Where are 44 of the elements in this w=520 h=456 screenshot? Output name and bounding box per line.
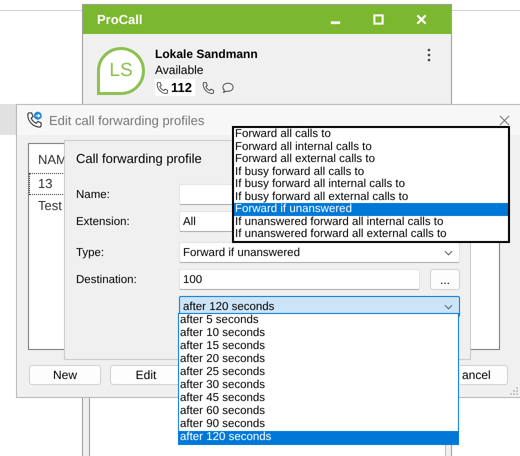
phone-forward-icon [25, 111, 43, 129]
dropdown-option[interactable]: after 30 seconds [179, 379, 458, 392]
dropdown-option[interactable]: after 25 seconds [179, 366, 458, 379]
more-icon[interactable] [427, 48, 431, 62]
close-icon[interactable] [499, 114, 510, 126]
presence-status: Available [155, 63, 204, 77]
dialog-button[interactable]: ancel [460, 365, 508, 385]
dropdown-option[interactable]: after 120 seconds [179, 431, 458, 444]
field-label: Destination: [76, 274, 138, 286]
dialog-button[interactable]: New [29, 365, 101, 385]
dropdown-option[interactable]: after 10 seconds [179, 327, 458, 340]
chevron-icon [444, 250, 453, 256]
dropdown-option[interactable]: Forward if unanswered [234, 203, 508, 216]
dialog-title: Call forwarding profile [76, 151, 202, 168]
dropdown-option[interactable]: after 15 seconds [179, 340, 458, 353]
dropdown-option[interactable]: after 60 seconds [179, 405, 458, 418]
extension-button[interactable]: 112 [155, 79, 195, 96]
window-title: ProCall [97, 12, 144, 27]
dropdown-option[interactable]: If unanswered forward all external calls to [234, 228, 508, 240]
dropdown-option[interactable]: after 45 seconds [179, 392, 458, 405]
dropdown-option[interactable]: Forward all internal calls to [234, 140, 508, 153]
field-label: Extension: [76, 216, 131, 228]
dropdown-option[interactable]: after 90 seconds [179, 418, 458, 431]
dropdown-option[interactable]: after 20 seconds [179, 353, 458, 366]
avatar-initials: LS [109, 60, 133, 82]
dropdown-option[interactable]: If busy forward all external calls to [234, 190, 508, 203]
dropdown-option[interactable]: If busy forward all internal calls to [234, 178, 508, 190]
dropdown-field[interactable]: Forward if unanswered [179, 242, 460, 263]
resize-grip-icon[interactable] [510, 387, 518, 395]
dropdown-option[interactable]: after 5 seconds [179, 314, 458, 327]
field-label: Name: [76, 188, 111, 200]
phone-icon[interactable] [200, 80, 215, 94]
browse-button[interactable]: ... [430, 269, 460, 290]
phone-icon [155, 80, 169, 94]
chevron-icon [444, 304, 453, 310]
contact-name: Lokale Sandmann [155, 47, 258, 61]
dialog-title: Edit call forwarding profiles [49, 112, 206, 128]
dropdown-option[interactable]: If unanswered forward all internal calls to [234, 216, 508, 228]
input-field[interactable]: 100 [179, 269, 420, 290]
chat-icon[interactable] [220, 80, 235, 94]
dropdown-option[interactable]: Forward all external calls to [234, 153, 508, 166]
dropdown-option[interactable]: If busy forward all calls to [234, 166, 508, 178]
field-label: Type: [76, 246, 106, 258]
dropdown-option[interactable]: Forward all calls to [234, 128, 508, 140]
